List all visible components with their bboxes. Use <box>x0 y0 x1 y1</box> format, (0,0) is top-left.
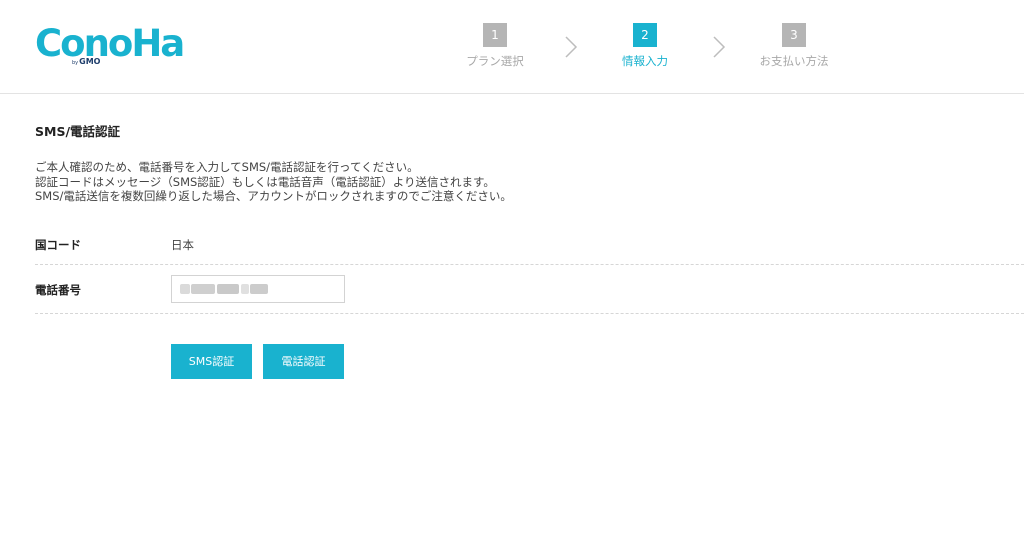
step-label: お支払い方法 <box>759 54 829 68</box>
step-number: 2 <box>633 23 657 47</box>
progress-steps: 1 プラン選択 2 情報入力 3 お支払い方法 <box>0 23 1024 73</box>
section-title: SMS/電話認証 <box>35 124 121 139</box>
chevron-right-icon <box>713 36 726 58</box>
header: ConoHa byGMO 1 プラン選択 2 情報入力 3 お支払い方法 <box>0 0 1024 94</box>
step-label: 情報入力 <box>622 54 668 68</box>
country-code-label: 国コード <box>35 238 81 252</box>
step-plan-selection: 1 プラン選択 <box>445 23 545 68</box>
step-number: 1 <box>483 23 507 47</box>
chevron-right-icon <box>565 36 578 58</box>
step-number: 3 <box>782 23 806 47</box>
country-code-value: 日本 <box>171 238 194 252</box>
row-divider <box>35 264 1024 265</box>
step-information-input: 2 情報入力 <box>595 23 695 68</box>
description: ご本人確認のため、電話番号を入力してSMS/電話認証を行ってください。 認証コー… <box>35 160 512 204</box>
step-label: プラン選択 <box>466 54 524 68</box>
row-divider <box>35 313 1024 314</box>
step-payment-method: 3 お支払い方法 <box>744 23 844 68</box>
description-line: SMS/電話送信を複数回繰り返した場合、アカウントがロックされますのでご注意くだ… <box>35 189 512 203</box>
phone-number-redaction <box>180 283 268 295</box>
phone-auth-button[interactable]: 電話認証 <box>263 344 344 379</box>
phone-number-label: 電話番号 <box>35 283 81 297</box>
sms-auth-button[interactable]: SMS認証 <box>171 344 252 379</box>
description-line: 認証コードはメッセージ（SMS認証）もしくは電話音声（電話認証）より送信されます… <box>35 174 495 189</box>
description-line: ご本人確認のため、電話番号を入力してSMS/電話認証を行ってください。 <box>35 160 419 174</box>
